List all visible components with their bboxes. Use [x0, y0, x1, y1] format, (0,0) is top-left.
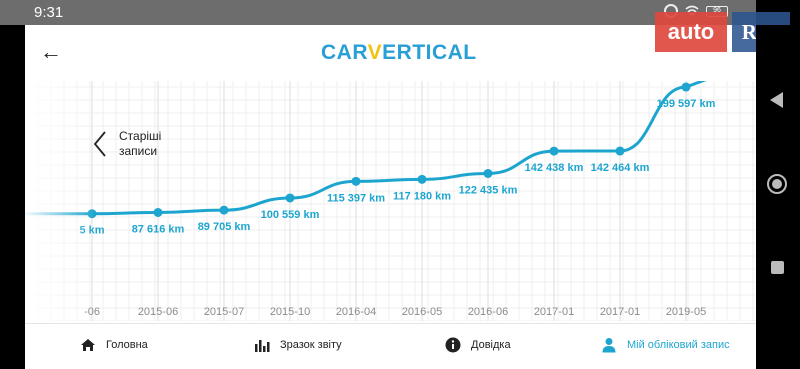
x-tick-label: 2016-06	[468, 306, 508, 318]
data-point	[219, 205, 229, 215]
system-back-icon[interactable]	[770, 92, 783, 108]
nav-home-label: Головна	[106, 339, 148, 351]
nav-help-label: Довідка	[471, 339, 511, 351]
data-point-label: 100 559 km	[261, 209, 320, 221]
older-records-label: Старіші записи	[119, 129, 162, 158]
data-point-label: 87 616 km	[132, 223, 185, 235]
mileage-chart[interactable]: 5 km87 616 km89 705 km100 559 km115 397 …	[25, 81, 756, 321]
mileage-chart-svg: 5 km87 616 km89 705 km100 559 km115 397 …	[25, 81, 756, 321]
data-point-label: 122 435 km	[459, 184, 518, 196]
app-header: ← CARVERTICAL	[25, 25, 756, 81]
user-icon	[602, 338, 616, 353]
home-icon	[81, 339, 95, 351]
app-screen: ← CARVERTICAL 5 km87 616 km89 705 km100 …	[25, 25, 756, 369]
data-point-label: 89 705 km	[198, 221, 251, 233]
bottom-nav: Головна Зразок звіту Довідка Мій обліков…	[25, 323, 756, 369]
system-home-icon[interactable]	[767, 174, 787, 194]
nav-sample-report[interactable]: Зразок звіту	[254, 337, 342, 353]
x-tick-label: 2016-05	[402, 306, 442, 318]
data-point-label: 117 180 km	[393, 190, 451, 202]
nav-home[interactable]: Головна	[80, 337, 148, 353]
carvertical-logo: CARVERTICAL	[321, 41, 477, 65]
data-point	[153, 207, 163, 217]
x-tick-label: 2017-01	[534, 306, 574, 318]
back-arrow-button[interactable]: ←	[37, 41, 65, 65]
info-icon	[445, 337, 461, 353]
watermark-auto: auto	[655, 12, 727, 52]
data-point-label: 142 464 km	[591, 162, 650, 174]
nav-my-account[interactable]: Мій обліковий запис	[601, 337, 730, 353]
x-tick-label: 2016-04	[336, 306, 376, 318]
logo-text-car: CAR	[321, 41, 368, 64]
chevron-left-icon	[93, 131, 106, 157]
bar-chart-icon	[255, 340, 270, 352]
nav-my-account-label: Мій обліковий запис	[627, 339, 730, 351]
x-tick-label: 2015-10	[270, 306, 310, 318]
data-point	[549, 146, 559, 156]
data-point	[285, 193, 295, 203]
data-point-label: 142 438 km	[525, 162, 584, 174]
data-point	[681, 82, 691, 92]
nav-sample-report-label: Зразок звіту	[280, 339, 342, 351]
data-point	[615, 146, 625, 156]
logo-text-v: V	[367, 41, 383, 64]
data-point	[351, 176, 361, 186]
data-point	[417, 174, 427, 184]
x-tick-label: 2015-06	[138, 306, 178, 318]
nav-help[interactable]: Довідка	[445, 337, 511, 353]
x-tick-label: 2017-01	[600, 306, 640, 318]
left-fade-overlay	[25, 81, 95, 321]
logo-text-ertical: ERTICAL	[382, 41, 477, 64]
older-records-button[interactable]: Старіші записи	[93, 129, 163, 159]
system-nav-bar	[756, 25, 800, 369]
x-tick-label: 2019-05	[666, 306, 706, 318]
system-recents-icon[interactable]	[771, 261, 784, 274]
status-time: 9:31	[34, 4, 64, 21]
data-point-label: 199 597 km	[657, 98, 716, 110]
status-bar: 9:31 96	[0, 0, 756, 25]
data-point	[483, 168, 493, 178]
data-point-label: 115 397 km	[327, 192, 385, 204]
x-tick-label: 2015-07	[204, 306, 244, 318]
